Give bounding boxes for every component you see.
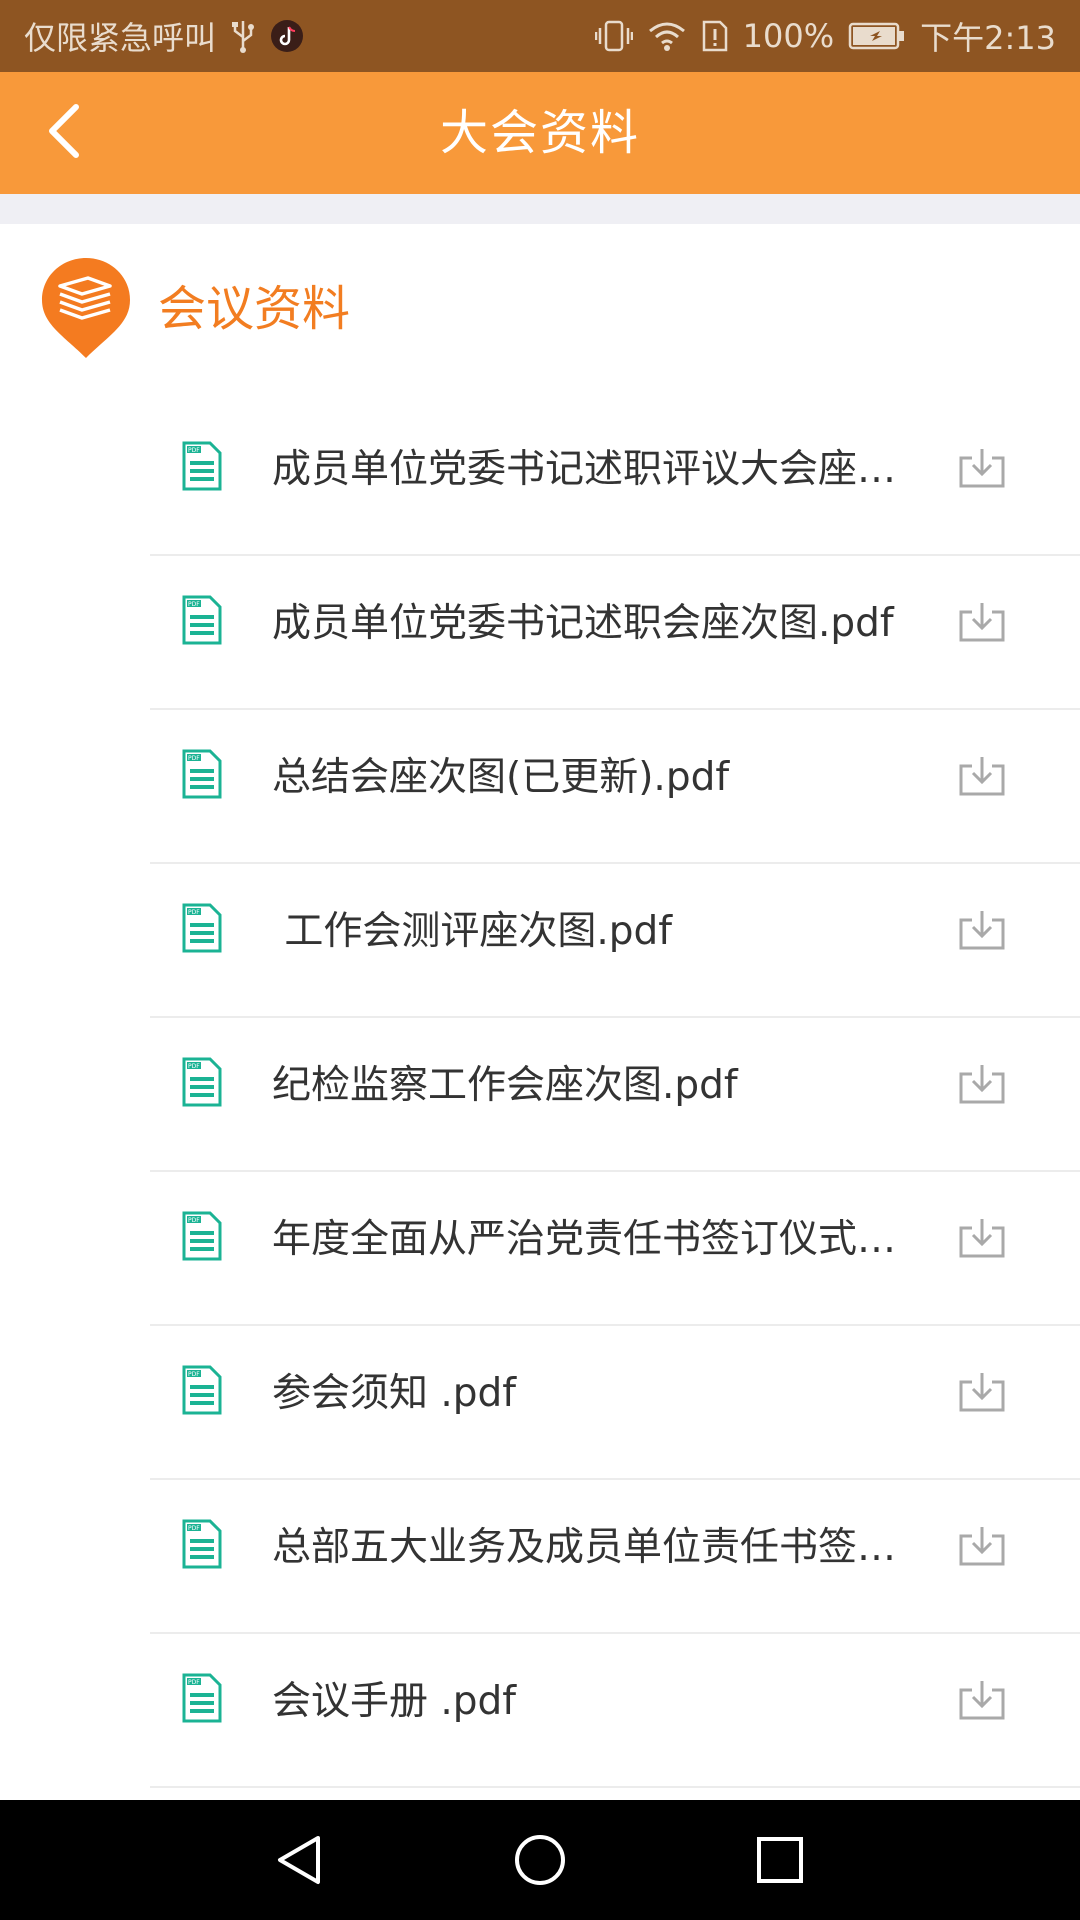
back-triangle-icon	[278, 1836, 320, 1884]
svg-text:PDF: PDF	[188, 1679, 200, 1686]
recents-square-icon	[757, 1837, 803, 1883]
list-item[interactable]: PDF 成员单位党委书记述职评议大会座次图.pdf	[0, 402, 1080, 556]
battery-percent: 100%	[742, 17, 835, 55]
status-bar: 仅限紧急呼叫 100% 下午2:13	[0, 0, 1080, 72]
row-divider	[150, 1786, 1080, 1788]
page-title: 大会资料	[439, 105, 640, 161]
svg-text:PDF: PDF	[188, 601, 200, 608]
download-icon	[959, 1373, 1005, 1412]
nav-home-button[interactable]	[500, 1820, 580, 1900]
pdf-file-icon: PDF	[182, 441, 222, 491]
svg-text:PDF: PDF	[188, 1371, 200, 1378]
list-item[interactable]: PDF 工作会测评座次图.pdf	[0, 864, 1080, 1018]
file-name: 总结会座次图(已更新).pdf	[272, 755, 730, 800]
file-name: 成员单位党委书记述职评议大会座次图.pdf	[272, 447, 928, 492]
download-button[interactable]	[954, 1674, 1010, 1726]
app-bar: 大会资料	[0, 72, 1080, 194]
pdf-file-icon: PDF	[182, 749, 222, 799]
books-pin-icon	[38, 254, 134, 364]
file-name: 总部五大业务及成员单位责任书签订仪式座次图.pdf	[272, 1525, 928, 1570]
clock: 下午2:13	[920, 19, 1056, 57]
list-item[interactable]: PDF 会议手册 .pdf	[0, 1634, 1080, 1788]
navigation-bar	[0, 1800, 1080, 1920]
download-button[interactable]	[954, 596, 1010, 648]
svg-text:PDF: PDF	[188, 447, 200, 454]
list-item[interactable]: PDF 总结会座次图(已更新).pdf	[0, 710, 1080, 864]
section-title: 会议资料	[158, 281, 351, 337]
carrier-text: 仅限紧急呼叫	[24, 19, 217, 57]
pdf-file-icon: PDF	[182, 1057, 222, 1107]
download-icon	[959, 1219, 1005, 1258]
tiktok-icon	[270, 19, 304, 53]
download-icon	[959, 1681, 1005, 1720]
svg-text:PDF: PDF	[188, 1063, 200, 1070]
download-button[interactable]	[954, 1520, 1010, 1572]
battery-icon	[848, 21, 906, 51]
list-item[interactable]: PDF 纪检监察工作会座次图.pdf	[0, 1018, 1080, 1172]
svg-text:PDF: PDF	[188, 1217, 200, 1224]
download-icon	[959, 603, 1005, 642]
download-button[interactable]	[954, 1366, 1010, 1418]
pdf-file-icon: PDF	[182, 903, 222, 953]
download-button[interactable]	[954, 750, 1010, 802]
download-button[interactable]	[954, 442, 1010, 494]
file-name: 工作会测评座次图.pdf	[272, 909, 673, 954]
file-name: 纪检监察工作会座次图.pdf	[272, 1063, 738, 1108]
file-name: 成员单位党委书记述职会座次图.pdf	[272, 601, 894, 646]
pdf-file-icon: PDF	[182, 595, 222, 645]
svg-text:PDF: PDF	[188, 909, 200, 916]
svg-text:PDF: PDF	[188, 1525, 200, 1532]
download-button[interactable]	[954, 1212, 1010, 1264]
vibrate-icon	[594, 19, 633, 53]
file-name: 参会须知 .pdf	[272, 1371, 517, 1416]
list-item[interactable]: PDF 总部五大业务及成员单位责任书签订仪式座次图.pdf	[0, 1480, 1080, 1634]
download-button[interactable]	[954, 1058, 1010, 1110]
nav-back-button[interactable]	[260, 1820, 340, 1900]
download-icon	[959, 1527, 1005, 1566]
svg-text:PDF: PDF	[188, 755, 200, 762]
pdf-file-icon: PDF	[182, 1519, 222, 1569]
list-item[interactable]: PDF 年度全面从严治党责任书签订仪式座次图.pdf	[0, 1172, 1080, 1326]
document-list: PDF 成员单位党委书记述职评议大会座次图.pdf PDF 成员单位党委书记述职…	[0, 402, 1080, 1788]
download-icon	[959, 449, 1005, 488]
section-separator	[0, 194, 1080, 224]
wifi-icon	[647, 19, 687, 53]
nav-recents-button[interactable]	[740, 1820, 820, 1900]
file-name: 会议手册 .pdf	[272, 1679, 517, 1724]
pdf-file-icon: PDF	[182, 1211, 222, 1261]
usb-icon	[230, 19, 256, 53]
sim-alert-icon	[701, 19, 729, 53]
pdf-file-icon: PDF	[182, 1673, 222, 1723]
pdf-file-icon: PDF	[182, 1365, 222, 1415]
list-item[interactable]: PDF 参会须知 .pdf	[0, 1326, 1080, 1480]
section-header: 会议资料	[0, 224, 1080, 394]
download-icon	[959, 757, 1005, 796]
list-item[interactable]: PDF 成员单位党委书记述职会座次图.pdf	[0, 556, 1080, 710]
download-button[interactable]	[954, 904, 1010, 956]
home-circle-icon	[515, 1835, 565, 1885]
download-icon	[959, 911, 1005, 950]
download-icon	[959, 1065, 1005, 1104]
file-name: 年度全面从严治党责任书签订仪式座次图.pdf	[272, 1217, 928, 1262]
